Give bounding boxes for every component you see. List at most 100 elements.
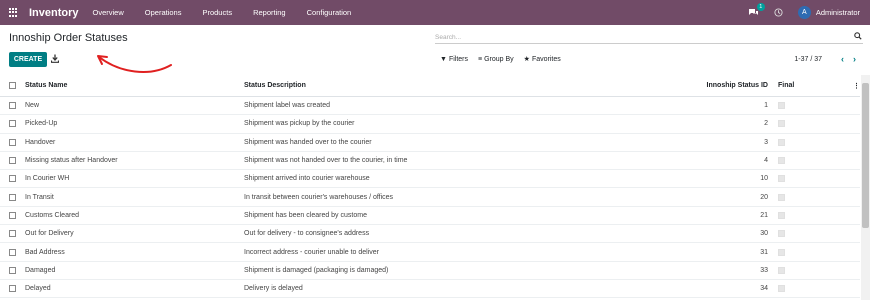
nav-configuration[interactable]: Configuration (307, 8, 352, 17)
filters-dropdown[interactable]: ▼ Filters (440, 55, 468, 63)
apps-menu-icon[interactable] (9, 7, 19, 18)
create-button[interactable]: CREATE (9, 52, 47, 67)
table-row[interactable]: Delayed Delivery is delayed 34 (0, 280, 860, 299)
pager-value[interactable]: 1-37 / 37 (794, 56, 822, 63)
status-id-cell: 2 (764, 120, 768, 128)
table-row[interactable]: New Shipment label was created 1 (0, 97, 860, 116)
row-checkbox[interactable] (9, 157, 16, 165)
status-name-cell: Bad Address (25, 248, 65, 256)
search-input[interactable] (435, 31, 835, 43)
nav-overview[interactable]: Overview (93, 8, 124, 17)
statuses-table: Status Name Status Description Innoship … (0, 75, 860, 299)
final-checkbox (778, 175, 785, 183)
row-checkbox[interactable] (9, 138, 16, 146)
status-id-cell: 30 (760, 230, 768, 238)
final-checkbox (778, 138, 785, 146)
avatar[interactable]: A (797, 6, 811, 19)
star-icon: ★ (523, 56, 530, 63)
download-icon[interactable] (51, 54, 59, 63)
status-name-cell: Handover (25, 138, 56, 146)
row-checkbox[interactable] (9, 102, 16, 110)
column-final[interactable]: Final (774, 82, 844, 89)
status-id-cell: 20 (760, 193, 768, 201)
filters-label: Filters (448, 55, 468, 63)
groupby-label: Group By (484, 55, 514, 63)
page-title: Innoship Order Statuses (9, 32, 128, 44)
table-body: New Shipment label was created 1 Picked-Up S… (0, 97, 860, 299)
table-row[interactable]: Picked-Up Shipment was pickup by the cour… (0, 115, 860, 134)
status-description-cell: Shipment arrived into courier warehouse (244, 175, 370, 183)
user-menu[interactable]: Administrator (816, 8, 860, 17)
pager-previous-icon[interactable]: ‹ (841, 54, 844, 64)
chat-count-badge: 1 (756, 2, 765, 11)
row-checkbox[interactable] (9, 175, 16, 183)
status-id-cell: 4 (764, 157, 768, 165)
table-row[interactable]: Handover Shipment was handed over to the … (0, 134, 860, 152)
column-status-name[interactable]: Status Name (25, 82, 244, 89)
status-id-cell: 3 (764, 138, 768, 146)
row-checkbox[interactable] (9, 266, 16, 274)
final-checkbox (778, 102, 785, 110)
nav-products[interactable]: Products (202, 8, 232, 17)
row-checkbox[interactable] (9, 285, 16, 293)
status-description-cell: Delivery is delayed (244, 285, 303, 293)
column-status-description[interactable]: Status Description (244, 82, 674, 89)
search-bar (435, 31, 863, 44)
status-id-cell: 1 (764, 102, 768, 110)
status-name-cell: In Courier WH (25, 175, 70, 183)
row-checkbox[interactable] (9, 120, 16, 128)
pager-next-icon[interactable]: › (853, 54, 856, 64)
optional-columns-icon[interactable]: ⋮ (844, 82, 860, 90)
status-id-cell: 21 (760, 211, 768, 219)
table-row[interactable]: In Courier WH Shipment arrived into couri… (0, 170, 860, 189)
app-brand[interactable]: Inventory (29, 7, 79, 19)
final-checkbox (778, 157, 785, 165)
final-checkbox (778, 285, 785, 293)
nav-operations[interactable]: Operations (145, 8, 182, 17)
scrollbar-thumb[interactable] (862, 83, 869, 228)
status-description-cell: Out for delivery - to consignee's addres… (244, 230, 370, 238)
activity-clock-icon[interactable] (774, 8, 783, 17)
status-id-cell: 10 (760, 175, 768, 183)
table-header: Status Name Status Description Innoship … (0, 75, 860, 97)
status-name-cell: Out for Delivery (25, 230, 74, 238)
select-all-checkbox[interactable] (9, 82, 16, 89)
status-name-cell: Delayed (25, 285, 51, 293)
status-id-cell: 34 (760, 285, 768, 293)
row-checkbox[interactable] (9, 230, 16, 238)
group-by-icon: ≡ (478, 55, 483, 63)
status-description-cell: Incorrect address - courier unable to de… (244, 248, 380, 256)
table-row[interactable]: Damaged Shipment is damaged (packaging is… (0, 262, 860, 280)
nav-reporting[interactable]: Reporting (253, 8, 286, 17)
table-row[interactable]: Missing status after Handover Shipment wa… (0, 152, 860, 171)
status-name-cell: Damaged (25, 266, 56, 274)
row-checkbox[interactable] (9, 193, 16, 201)
annotation-arrow (97, 55, 172, 73)
row-checkbox[interactable] (9, 211, 16, 219)
status-description-cell: Shipment was pickup by the courier (244, 120, 355, 128)
final-checkbox (778, 120, 785, 128)
table-row[interactable]: In Transit In transit between courier's w… (0, 188, 860, 207)
groupby-dropdown[interactable]: ≡ Group By (478, 55, 514, 63)
table-row[interactable]: Customs Cleared Shipment has been cleared… (0, 207, 860, 226)
row-checkbox[interactable] (9, 248, 16, 256)
table-row[interactable]: Out for Delivery Out for delivery - to co… (0, 225, 860, 244)
pager: 1-37 / 37 ‹ › (794, 54, 856, 64)
status-description-cell: Shipment was not handed over to the cour… (244, 157, 408, 165)
status-name-cell: In Transit (25, 193, 54, 201)
favorites-label: Favorites (531, 55, 561, 63)
final-checkbox (778, 230, 785, 238)
status-id-cell: 31 (760, 248, 768, 256)
top-navbar: Inventory Overview Operations Products R… (0, 0, 870, 25)
messages-button[interactable]: 1 (748, 2, 765, 18)
search-options: ▼ Filters ≡ Group By ★ Favorites (440, 55, 571, 64)
search-icon[interactable] (854, 32, 862, 40)
final-checkbox (778, 211, 785, 219)
filter-icon: ▼ (440, 55, 447, 63)
final-checkbox (778, 266, 785, 274)
status-description-cell: In transit between courier's warehouses … (244, 193, 394, 201)
table-row[interactable]: Bad Address Incorrect address - courier u… (0, 243, 860, 262)
scrollbar[interactable] (861, 75, 870, 300)
favorites-dropdown[interactable]: ★ Favorites (523, 55, 561, 64)
column-innoship-status-id[interactable]: Innoship Status ID (674, 82, 774, 89)
